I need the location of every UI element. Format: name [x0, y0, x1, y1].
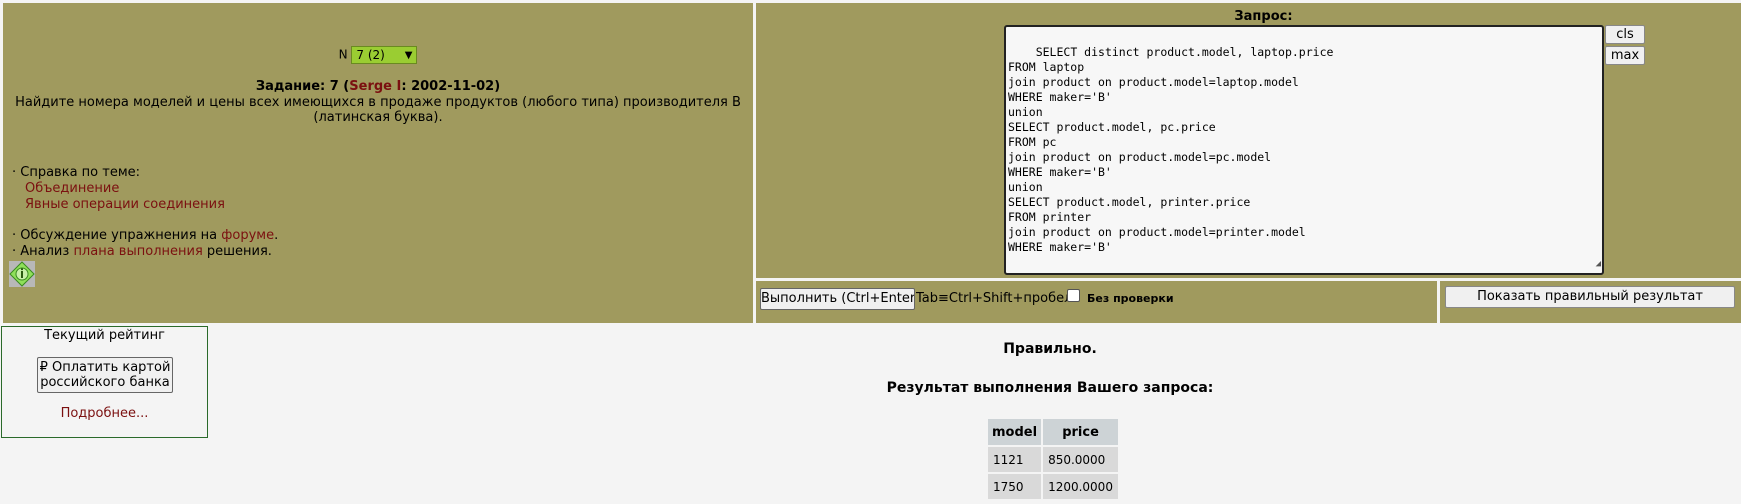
query-label: Запрос: — [1234, 9, 1293, 24]
help-link-union[interactable]: Объединение — [12, 181, 225, 197]
maximize-button[interactable]: max — [1605, 46, 1645, 65]
help-label: · Справка по теме: — [12, 165, 141, 180]
plan-line: · Анализ плана выполнения решения. — [12, 244, 272, 259]
table-cell: 1200.0000 — [1043, 474, 1119, 499]
clear-button[interactable]: cls — [1605, 25, 1645, 44]
query-text: SELECT distinct product.model, laptop.pr… — [1008, 45, 1334, 254]
table-header-row: model price — [988, 419, 1119, 445]
rating-title: Текущий рейтинг — [44, 328, 165, 343]
task-select-value: 7 (2) — [356, 48, 385, 62]
result-status: Правильно. — [1003, 341, 1097, 357]
table-cell: 1750 — [988, 474, 1042, 499]
task-selector-row: N 7 (2) ▼ — [3, 46, 753, 64]
plan-link[interactable]: плана выполнения — [73, 244, 202, 259]
task-title: Задание: 7 (Serge I: 2002-11-02) — [255, 79, 501, 94]
run-panel: Выполнить (Ctrl+Enter) Tab≡Ctrl+Shift+пр… — [756, 281, 1437, 323]
no-check-checkbox[interactable] — [1067, 289, 1080, 302]
show-result-panel: Показать правильный результат — [1440, 281, 1741, 323]
table-row: 1121 850.0000 — [988, 447, 1119, 472]
result-title: Результат выполнения Вашего запроса: — [886, 380, 1214, 396]
table-cell: 850.0000 — [1043, 447, 1119, 472]
info-icon[interactable] — [9, 261, 35, 287]
forum-line: · Обсуждение упражнения на форуме. — [12, 228, 279, 243]
more-link[interactable]: Подробнее... — [2, 406, 207, 421]
tab-hint: Tab≡Ctrl+Shift+пробел — [916, 291, 1073, 306]
column-header-model: model — [988, 419, 1042, 445]
forum-link[interactable]: форуме — [221, 228, 274, 243]
task-panel: N 7 (2) ▼ Задание: 7 (Serge I: 2002-11-0… — [3, 3, 753, 323]
resize-handle-icon[interactable]: ◢ — [1596, 257, 1601, 272]
table-cell: 1121 — [988, 447, 1042, 472]
column-header-price: price — [1043, 419, 1119, 445]
table-row: 1750 1200.0000 — [988, 474, 1119, 499]
result-table: model price 1121 850.0000 1750 1200.0000 — [986, 417, 1120, 501]
help-section: · Справка по теме: Объединение Явные опе… — [12, 165, 225, 213]
no-check-label: Без проверки — [1087, 292, 1174, 305]
task-number-label: N — [338, 47, 348, 62]
query-panel: Запрос: SELECT distinct product.model, l… — [756, 3, 1741, 278]
task-description: Найдите номера моделей и цены всех имеющ… — [15, 95, 741, 125]
pay-card-button[interactable]: ₽ Оплатить картой российского банка — [37, 357, 173, 393]
author-link[interactable]: Serge I — [349, 79, 401, 94]
show-correct-result-button[interactable]: Показать правильный результат — [1445, 286, 1735, 308]
query-textarea[interactable]: SELECT distinct product.model, laptop.pr… — [1004, 25, 1604, 275]
help-link-joins[interactable]: Явные операции соединения — [12, 197, 225, 213]
run-button[interactable]: Выполнить (Ctrl+Enter) — [760, 288, 915, 310]
rating-box: Текущий рейтинг ₽ Оплатить картой россий… — [1, 326, 208, 438]
task-select[interactable]: 7 (2) ▼ — [351, 46, 418, 64]
chevron-down-icon: ▼ — [404, 50, 413, 61]
